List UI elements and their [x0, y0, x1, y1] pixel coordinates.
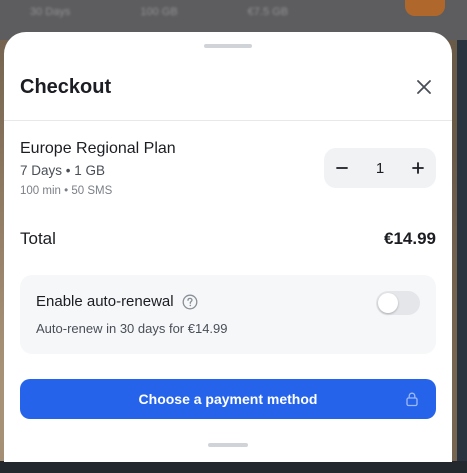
toggle-knob: [378, 293, 398, 313]
home-indicator: [208, 443, 248, 447]
quantity-value: 1: [375, 159, 385, 177]
checkout-sheet: Checkout Europe Regional Plan 7 Days • 1…: [4, 32, 452, 462]
total-label: Total: [20, 229, 56, 248]
plan-line-item: Europe Regional Plan 7 Days • 1 GB 100 m…: [20, 140, 436, 200]
lock-icon: [406, 392, 418, 407]
renewal-title: Enable auto-renewal: [36, 293, 174, 310]
backdrop-bottom-edge: [0, 461, 467, 473]
backdrop-right-edge: [457, 40, 467, 473]
close-button[interactable]: [412, 75, 436, 99]
decrement-button[interactable]: [324, 148, 360, 188]
plan-extra: 100 min • 50 SMS: [20, 185, 113, 197]
backdrop-text-3: €7.5 GB: [247, 6, 289, 18]
header-divider: [4, 120, 452, 121]
backdrop-text-2: 100 GB: [140, 6, 178, 18]
sheet-header: Checkout: [20, 72, 436, 102]
plan-summary: 7 Days • 1 GB: [20, 163, 106, 178]
payment-button-label: Choose a payment method: [138, 391, 318, 407]
sheet-grab-handle[interactable]: [204, 44, 252, 48]
plus-icon: [412, 162, 424, 174]
increment-button[interactable]: [400, 148, 436, 188]
renewal-subtitle: Auto-renew in 30 days for €14.99: [36, 321, 228, 336]
backdrop-text-1: 30 Days: [30, 6, 71, 18]
close-icon: [417, 80, 431, 94]
choose-payment-button[interactable]: Choose a payment method: [20, 379, 436, 419]
minus-icon: [336, 167, 348, 169]
backdrop-plan-row: 30 Days 100 GB €7.5 GB: [0, 6, 467, 20]
renewal-title-row: Enable auto-renewal: [36, 293, 198, 310]
sheet-title: Checkout: [20, 75, 112, 98]
backdrop-badge: [405, 0, 445, 16]
total-value: €14.99: [384, 229, 436, 248]
help-circle-icon[interactable]: [182, 294, 198, 310]
auto-renewal-toggle[interactable]: [376, 291, 420, 315]
auto-renewal-card: Enable auto-renewal Auto-renew in 30 day…: [20, 275, 436, 354]
plan-name: Europe Regional Plan: [20, 140, 176, 157]
total-row: Total €14.99: [20, 228, 436, 250]
quantity-stepper: 1: [324, 148, 436, 188]
